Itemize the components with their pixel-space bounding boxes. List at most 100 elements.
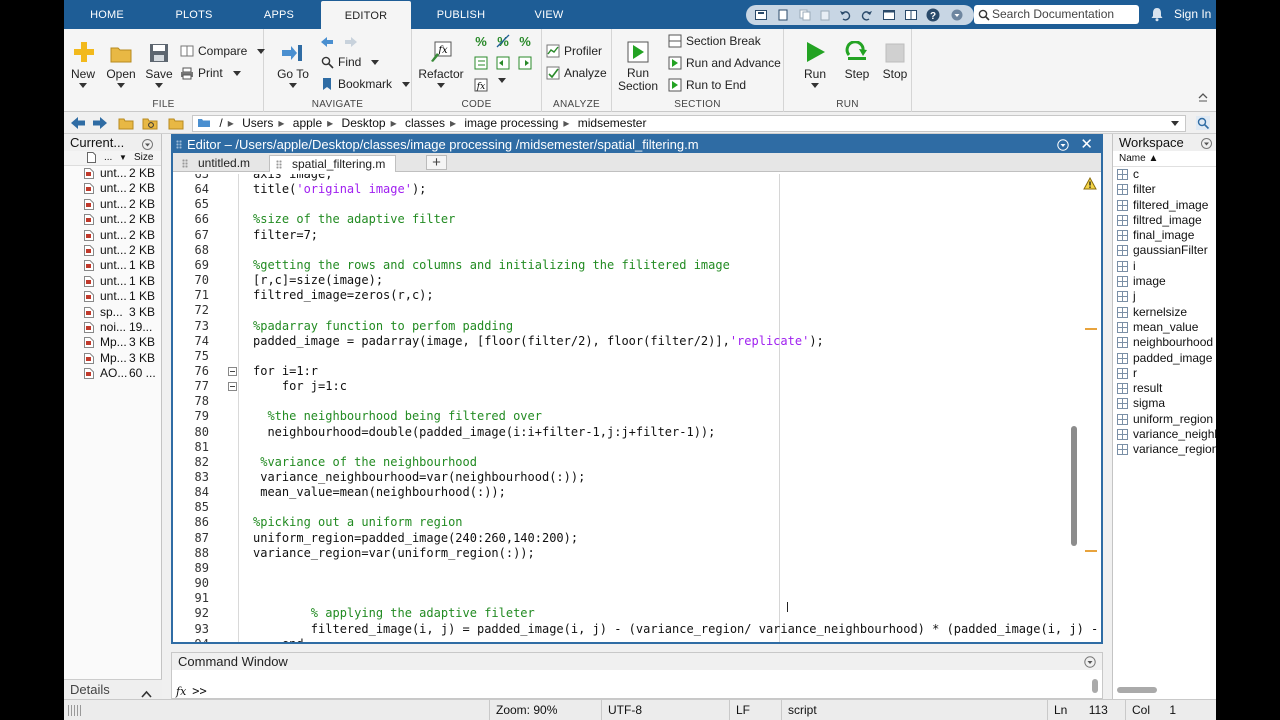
back-forward-buttons[interactable] bbox=[320, 35, 358, 49]
switch-windows-icon[interactable] bbox=[882, 8, 896, 22]
code-line[interactable]: [r,c]=size(image); bbox=[253, 273, 383, 288]
folder-up-icon[interactable] bbox=[168, 116, 184, 133]
code-line[interactable]: mean_value=mean(neighbourhood(:)); bbox=[253, 485, 506, 500]
layout-icon[interactable] bbox=[904, 8, 918, 22]
workspace-scrollbar[interactable] bbox=[1117, 687, 1157, 693]
chevron-down-icon[interactable] bbox=[1201, 136, 1212, 153]
command-scrollbar[interactable] bbox=[1092, 679, 1098, 693]
fx-icon[interactable]: fx bbox=[474, 78, 488, 92]
workspace-variable[interactable]: filter bbox=[1113, 182, 1216, 197]
save-button[interactable]: Save bbox=[144, 37, 174, 88]
search-input[interactable]: Search Documentation bbox=[974, 5, 1139, 24]
fold-toggle-icon[interactable] bbox=[228, 382, 237, 392]
line-ending[interactable]: LF bbox=[729, 700, 781, 720]
code-line[interactable]: axis image; bbox=[253, 174, 332, 182]
fx-icon[interactable]: fx bbox=[176, 685, 186, 698]
list-item[interactable]: AO... 60 ... bbox=[64, 366, 161, 381]
compare-button[interactable]: Compare bbox=[180, 44, 266, 58]
back-arrow-icon[interactable] bbox=[70, 116, 86, 133]
uncomment-icon[interactable]: % bbox=[496, 34, 510, 48]
find-button[interactable]: Find bbox=[320, 55, 380, 69]
decrease-indent-icon[interactable] bbox=[496, 56, 510, 70]
increase-indent-icon[interactable] bbox=[518, 56, 532, 70]
code-lines[interactable]: axis image; title('original image'); %size… bbox=[253, 174, 1098, 642]
wrap-comments-icon[interactable]: % bbox=[518, 34, 532, 48]
code-line[interactable]: end bbox=[253, 637, 304, 642]
list-item[interactable]: unt... 2 KB bbox=[64, 197, 161, 212]
refactor-button[interactable]: fx Refactor bbox=[418, 37, 464, 88]
warning-marker[interactable] bbox=[1085, 550, 1097, 552]
browse-folder-icon[interactable] bbox=[142, 116, 158, 133]
workspace-variable[interactable]: gaussianFilter bbox=[1113, 243, 1216, 258]
go-to-button[interactable]: Go To bbox=[274, 37, 312, 88]
profiler-button[interactable]: Profiler bbox=[546, 44, 602, 58]
up-folder-icon[interactable] bbox=[118, 116, 134, 133]
list-item[interactable]: Mp... 3 KB bbox=[64, 351, 161, 366]
path-segment[interactable]: midsemester bbox=[578, 116, 647, 130]
tab-view[interactable]: VIEW bbox=[506, 0, 592, 29]
path-dropdown-icon[interactable] bbox=[1171, 121, 1179, 126]
tab-plots[interactable]: PLOTS bbox=[150, 0, 238, 29]
workspace-variable[interactable]: r bbox=[1113, 366, 1216, 381]
code-line[interactable]: %variance of the neighbourhood bbox=[253, 455, 477, 470]
close-icon[interactable]: ✕ bbox=[1080, 136, 1093, 153]
search-folder-icon[interactable] bbox=[1196, 116, 1210, 133]
smart-indent-icon[interactable] bbox=[474, 56, 488, 70]
code-line[interactable]: padded_image = padarray(image, [floor(fi… bbox=[253, 334, 824, 349]
bell-icon[interactable] bbox=[1150, 7, 1164, 25]
workspace-variable[interactable]: filtered_image bbox=[1113, 198, 1216, 213]
sign-in-link[interactable]: Sign In bbox=[1174, 0, 1211, 29]
name-column-header[interactable]: ... bbox=[104, 152, 112, 163]
code-area[interactable]: 63 64 65 66 67 68 69 70 71 72 73 74 75 76 77 78 79 80 81 82… bbox=[173, 174, 1101, 642]
run-section-button[interactable]: Run Section bbox=[616, 37, 660, 93]
code-line[interactable]: %size of the adaptive filter bbox=[253, 212, 455, 227]
code-line[interactable]: neighbourhood=double(padded_image(i:i+fi… bbox=[253, 425, 715, 440]
path-segment[interactable]: image processing bbox=[464, 116, 558, 130]
section-break-button[interactable]: Section Break bbox=[668, 34, 761, 48]
name-column-header[interactable]: Name ▲ bbox=[1113, 151, 1216, 167]
run-and-advance-button[interactable]: Run and Advance bbox=[668, 56, 781, 70]
workspace-variable[interactable]: variance_neighbourhood bbox=[1113, 427, 1216, 442]
path-root[interactable]: / bbox=[219, 116, 222, 130]
workspace-variable[interactable]: variance_region bbox=[1113, 442, 1216, 457]
save-icon[interactable] bbox=[754, 8, 768, 22]
command-prompt[interactable]: fx >> bbox=[176, 684, 207, 698]
workspace-variable[interactable]: j bbox=[1113, 289, 1216, 304]
paste-icon[interactable] bbox=[818, 8, 832, 22]
arrow-left-icon[interactable] bbox=[320, 35, 334, 49]
workspace-variable[interactable]: neighbourhood bbox=[1113, 335, 1216, 350]
tab-home[interactable]: HOME bbox=[64, 0, 150, 29]
code-line[interactable]: variance_region=var(uniform_region(:)); bbox=[253, 546, 535, 561]
open-button[interactable]: Open bbox=[106, 37, 136, 88]
code-line[interactable]: for j=1:c bbox=[253, 379, 347, 394]
tab-editor[interactable]: EDITOR bbox=[321, 1, 411, 29]
undo-icon[interactable] bbox=[838, 8, 852, 22]
list-item[interactable]: unt... 2 KB bbox=[64, 212, 161, 227]
workspace-variable[interactable]: filtred_image bbox=[1113, 213, 1216, 228]
list-item[interactable]: unt... 2 KB bbox=[64, 166, 161, 181]
code-line[interactable]: variance_neighbourhood=var(neighbourhood… bbox=[253, 470, 585, 485]
list-item[interactable]: Mp... 3 KB bbox=[64, 335, 161, 350]
list-item[interactable]: noi... 19... bbox=[64, 320, 161, 335]
details-panel-header[interactable]: Details bbox=[64, 679, 162, 699]
forward-arrow-icon[interactable] bbox=[92, 116, 108, 133]
arrow-right-icon[interactable] bbox=[344, 35, 358, 49]
list-item[interactable]: unt... 2 KB bbox=[64, 228, 161, 243]
chevron-down-icon[interactable] bbox=[950, 8, 964, 22]
step-button[interactable]: Step bbox=[842, 37, 872, 81]
size-column-header[interactable]: Size bbox=[134, 152, 153, 163]
tab-spatial-filtering[interactable]: spatial_filtering.m bbox=[269, 155, 397, 172]
help-icon[interactable]: ? bbox=[926, 8, 940, 22]
code-line[interactable]: %picking out a uniform region bbox=[253, 515, 463, 530]
fold-toggle-icon[interactable] bbox=[228, 366, 237, 376]
list-item[interactable]: unt... 1 KB bbox=[64, 289, 161, 304]
list-item[interactable]: unt... 1 KB bbox=[64, 258, 161, 273]
code-line[interactable]: filtered_image(i, j) = padded_image(i, j… bbox=[253, 622, 1101, 637]
code-line[interactable]: % applying the adaptive fileter bbox=[253, 606, 535, 621]
cut-icon[interactable] bbox=[776, 8, 790, 22]
bookmark-button[interactable]: Bookmark bbox=[320, 77, 411, 91]
list-item[interactable]: unt... 1 KB bbox=[64, 274, 161, 289]
new-button[interactable]: New bbox=[70, 37, 96, 88]
list-item[interactable]: unt... 2 KB bbox=[64, 243, 161, 258]
workspace-variable[interactable]: kernelsize bbox=[1113, 305, 1216, 320]
